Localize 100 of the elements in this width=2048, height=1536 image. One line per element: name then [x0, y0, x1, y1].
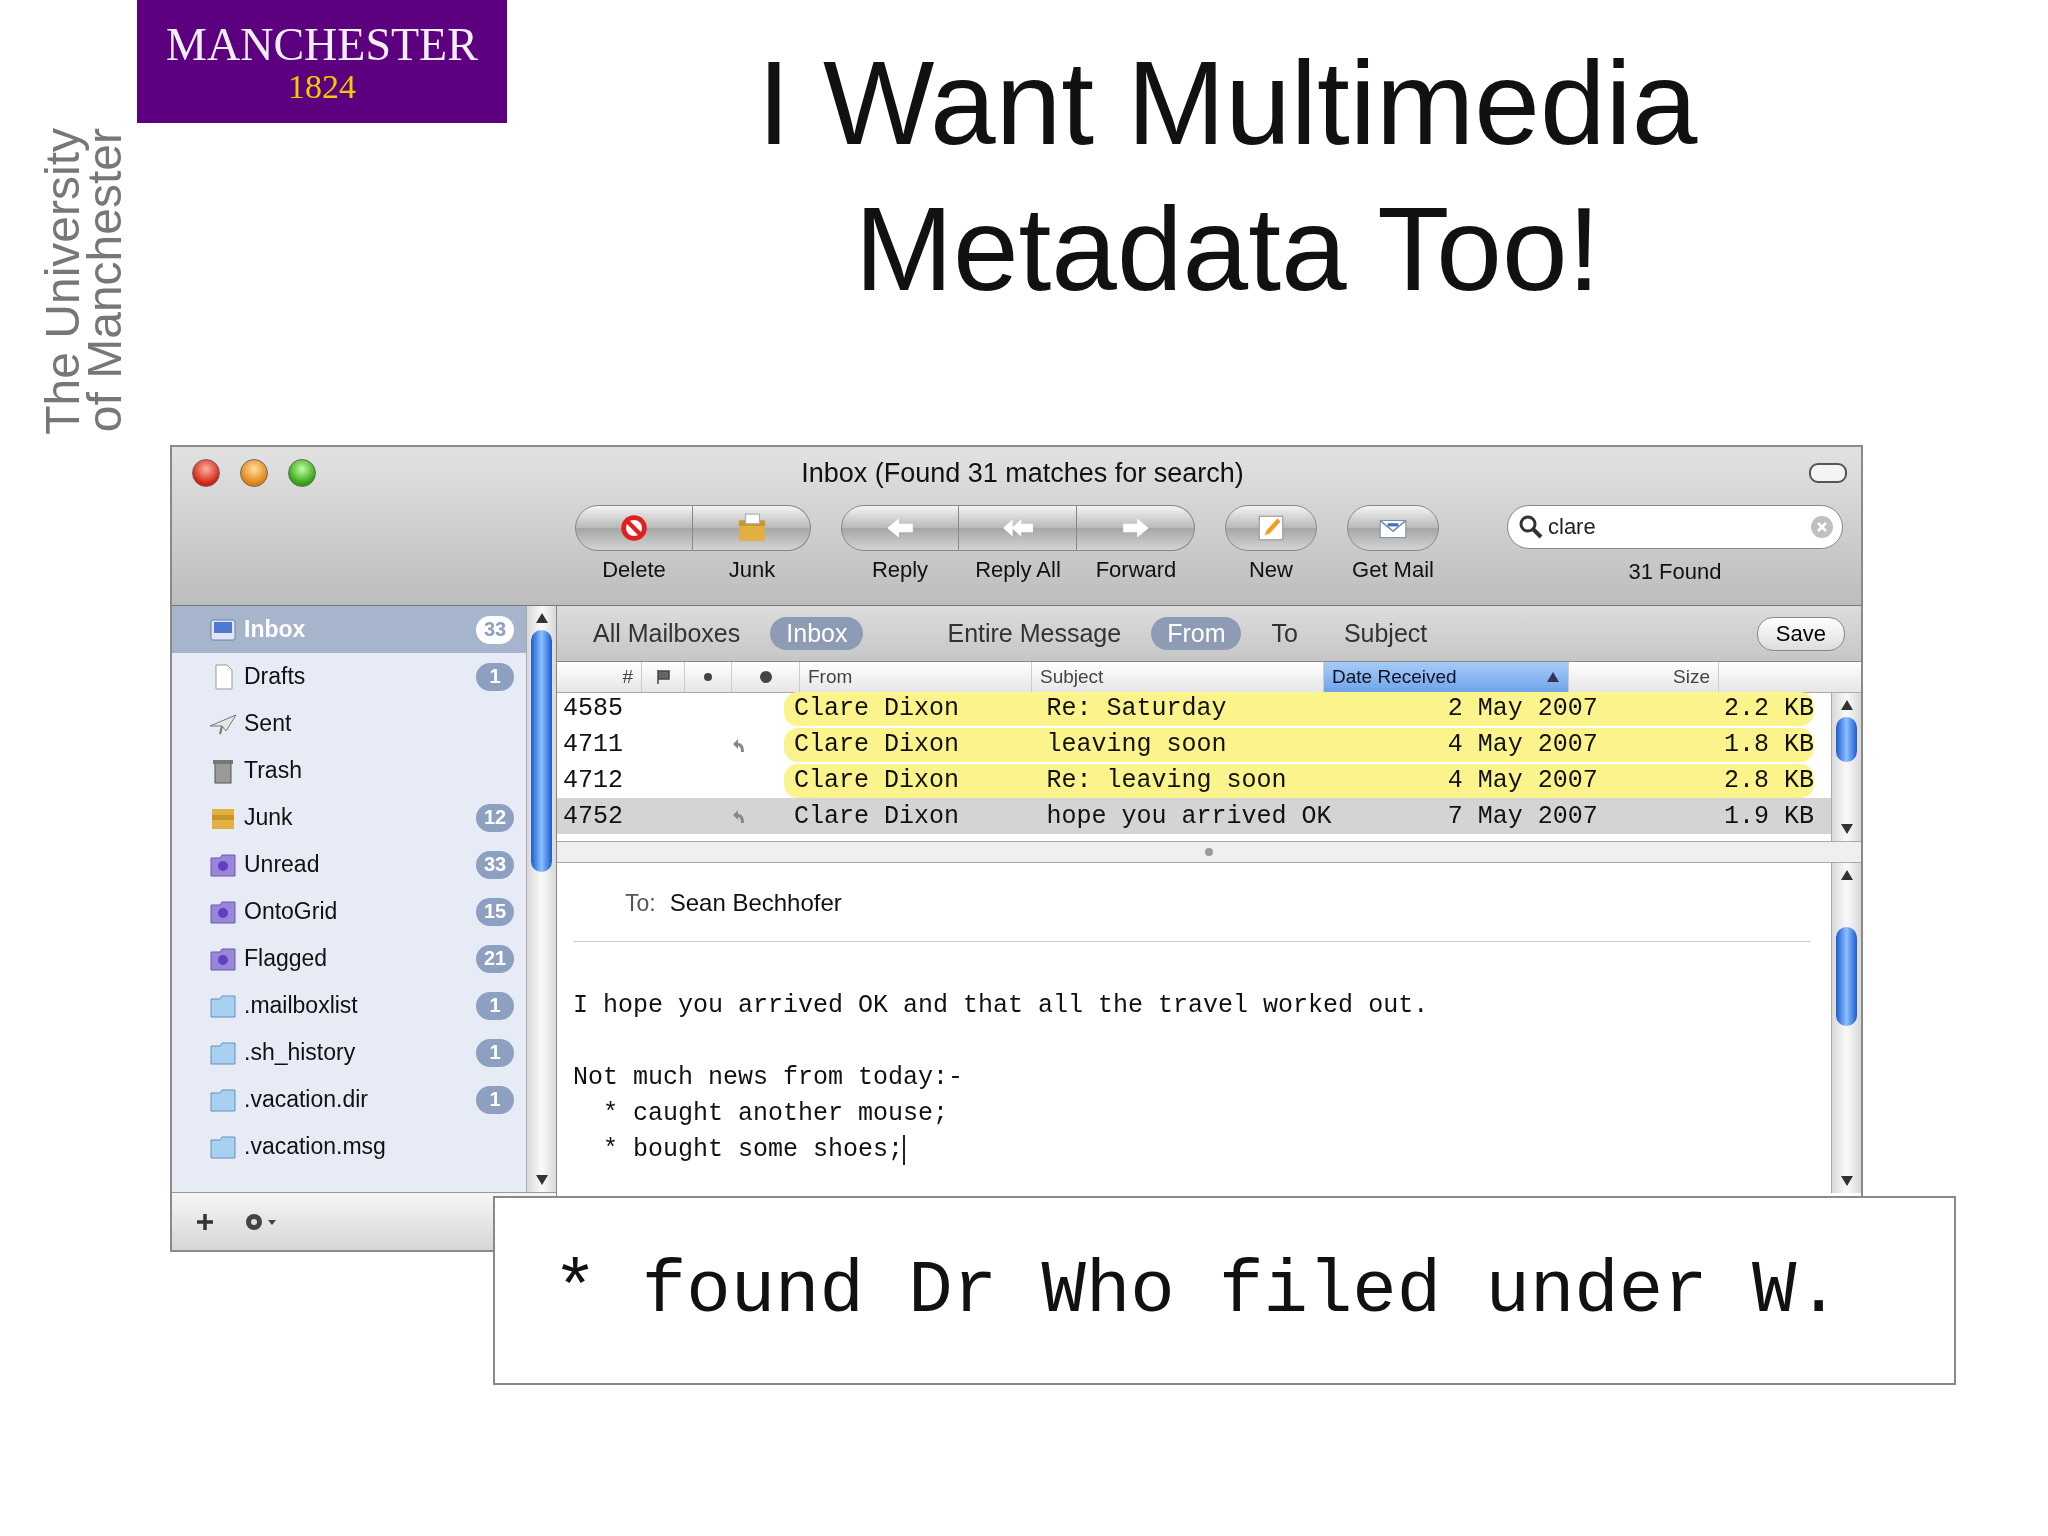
table-cell-text: 7 May 2007	[1446, 801, 1599, 831]
recipient-name: Sean Bechhofer	[669, 889, 842, 917]
toolbar-label: Reply All	[975, 557, 1061, 583]
toolbar-label: Get Mail	[1352, 557, 1434, 583]
unread-count: 1	[476, 662, 514, 691]
clear-icon	[1810, 515, 1834, 539]
magnified-text: * found Dr Who filed under W.	[553, 1248, 1841, 1333]
mailbox-item[interactable]: .mailboxlist 1	[172, 982, 526, 1029]
message-text: * caught another mouse;	[602, 1098, 950, 1130]
save-button[interactable]: Save	[1756, 616, 1845, 651]
message-text: * bought some shoes;	[602, 1134, 904, 1166]
prohibition-icon	[618, 512, 650, 544]
mailbox-label: .vacation.msg	[244, 1133, 387, 1160]
scrollbar[interactable]	[1831, 693, 1861, 841]
mailbox-label: Unread	[244, 851, 321, 878]
splitter-handle[interactable]	[1205, 848, 1213, 856]
unread-count: 33	[476, 615, 514, 644]
toolbar-button[interactable]	[1077, 505, 1195, 551]
search-field[interactable]: clare	[1507, 505, 1843, 549]
mailbox-item[interactable]: .sh_history 1	[172, 1029, 526, 1076]
table-cell-text: 4712	[562, 766, 624, 795]
unread-count: 12	[476, 803, 514, 832]
table-cell-text: 4 May 2007	[1446, 730, 1599, 759]
mailbox-item[interactable]: .vacation.dir 1	[172, 1076, 526, 1123]
table-cell-text: 4752	[562, 801, 624, 831]
table-cell-text: 4585	[562, 694, 624, 723]
mailbox-item[interactable]: Trash	[172, 747, 526, 794]
mailbox-label: .mailboxlist	[244, 992, 359, 1019]
table-cell-text: 1.8 KB	[1723, 730, 1814, 759]
toolbar-label: Forward	[1095, 557, 1177, 583]
minimize-button[interactable]	[240, 459, 268, 487]
dot-icon	[703, 672, 713, 682]
mailbox-item[interactable]: .vacation.msg	[172, 1123, 526, 1170]
toolbar-button[interactable]	[575, 505, 693, 551]
unread-count: 1	[476, 1038, 514, 1067]
mailbox-item[interactable]: Junk 12	[172, 794, 526, 841]
mailbox-item[interactable]: Drafts 1	[172, 653, 526, 700]
toolbar-button[interactable]	[1225, 505, 1317, 551]
scrollbar[interactable]	[526, 606, 556, 1192]
toolbar-button[interactable]	[693, 505, 811, 551]
unread-count: 15	[476, 897, 514, 926]
scope-button[interactable]: To	[1255, 617, 1314, 650]
flag-icon	[655, 669, 671, 685]
scroll-thumb[interactable]	[1836, 717, 1857, 762]
circle-icon	[757, 669, 774, 685]
table-cell-text: leaving soon	[1045, 730, 1228, 759]
mailbox-label: .sh_history	[244, 1039, 357, 1066]
table-cell-text: 2 May 2007	[1446, 694, 1599, 723]
toolbar-button[interactable]	[841, 505, 959, 551]
toolbar-label: Delete	[602, 557, 666, 583]
message-row[interactable]: 4712 Clare Dixon Re: leaving soon 4 May 2007 2.8 KB	[557, 767, 1831, 794]
toolbar-button[interactable]	[959, 505, 1077, 551]
mailbox-item[interactable]: Flagged 21	[172, 935, 526, 982]
message-row[interactable]: 4585 Clare Dixon Re: Saturday 2 May 2007 2.2 KB	[557, 695, 1831, 722]
table-cell-text: 1.9 KB	[1723, 801, 1814, 831]
mailbox-label: Flagged	[244, 945, 329, 972]
message-row[interactable]: 4752 Clare Dixon hope you arrived OK 7 May 2007 1.9 KB	[557, 798, 1831, 834]
mailbox-item[interactable]: OntoGrid 15	[172, 888, 526, 935]
table-cell-text: Clare Dixon	[793, 801, 961, 831]
toolbar-button[interactable]	[1347, 505, 1439, 551]
close-button[interactable]	[192, 459, 220, 487]
toolbar-label: Reply	[871, 557, 929, 583]
university-wordmark: The University of Manchester	[35, 127, 132, 433]
message-row[interactable]: 4711 Clare Dixon leaving soon 4 May 2007 1.8 KB	[557, 731, 1831, 758]
unread-count: 33	[476, 850, 514, 879]
search-icon	[1518, 514, 1544, 540]
window-title: Inbox (Found 31 matches for search)	[800, 457, 1245, 489]
table-cell-text: 2.2 KB	[1723, 694, 1814, 723]
toolbar-label: New	[1249, 557, 1293, 583]
table-cell-text: hope you arrived OK	[1045, 801, 1333, 831]
scope-button[interactable]: Entire Message	[931, 617, 1138, 650]
unread-count: 1	[476, 1085, 514, 1114]
scope-button[interactable]: All Mailboxes	[577, 617, 757, 650]
university-logo: MANCHESTER 1824	[137, 0, 507, 123]
column-header[interactable]: Date Received	[1324, 662, 1569, 692]
table-cell-text: 2.8 KB	[1723, 766, 1814, 795]
scope-button[interactable]: Subject	[1327, 617, 1444, 650]
zoom-button[interactable]	[288, 459, 316, 487]
scroll-thumb[interactable]	[1836, 927, 1857, 1026]
mailbox-label: .vacation.dir	[244, 1086, 369, 1113]
unread-count: 1	[476, 991, 514, 1020]
scroll-thumb[interactable]	[531, 630, 552, 873]
table-cell-text: 4 May 2007	[1446, 766, 1599, 795]
sort-arrow-icon	[1546, 671, 1560, 683]
mailbox-label: OntoGrid	[244, 898, 339, 925]
mailbox-label: Sent	[244, 710, 293, 737]
column-header[interactable]: #	[557, 662, 642, 692]
scrollbar[interactable]	[1831, 863, 1861, 1193]
table-cell-text: Re: Saturday	[1045, 694, 1228, 723]
mailbox-label: Drafts	[244, 663, 307, 690]
mailbox-label: Junk	[244, 804, 294, 831]
unread-count: 21	[476, 944, 514, 973]
toolbar-toggle-button[interactable]	[1809, 463, 1847, 483]
header-label: To:	[625, 889, 656, 917]
mailbox-item[interactable]: Unread 33	[172, 841, 526, 888]
table-cell-text: Clare Dixon	[793, 766, 961, 795]
slide-title: I Want Multimedia Metadata Too!	[756, 36, 1699, 317]
result-count: 31 Found	[1628, 559, 1722, 585]
toolbar-label: Junk	[728, 557, 776, 583]
mailbox-item[interactable]: Sent	[172, 700, 526, 747]
